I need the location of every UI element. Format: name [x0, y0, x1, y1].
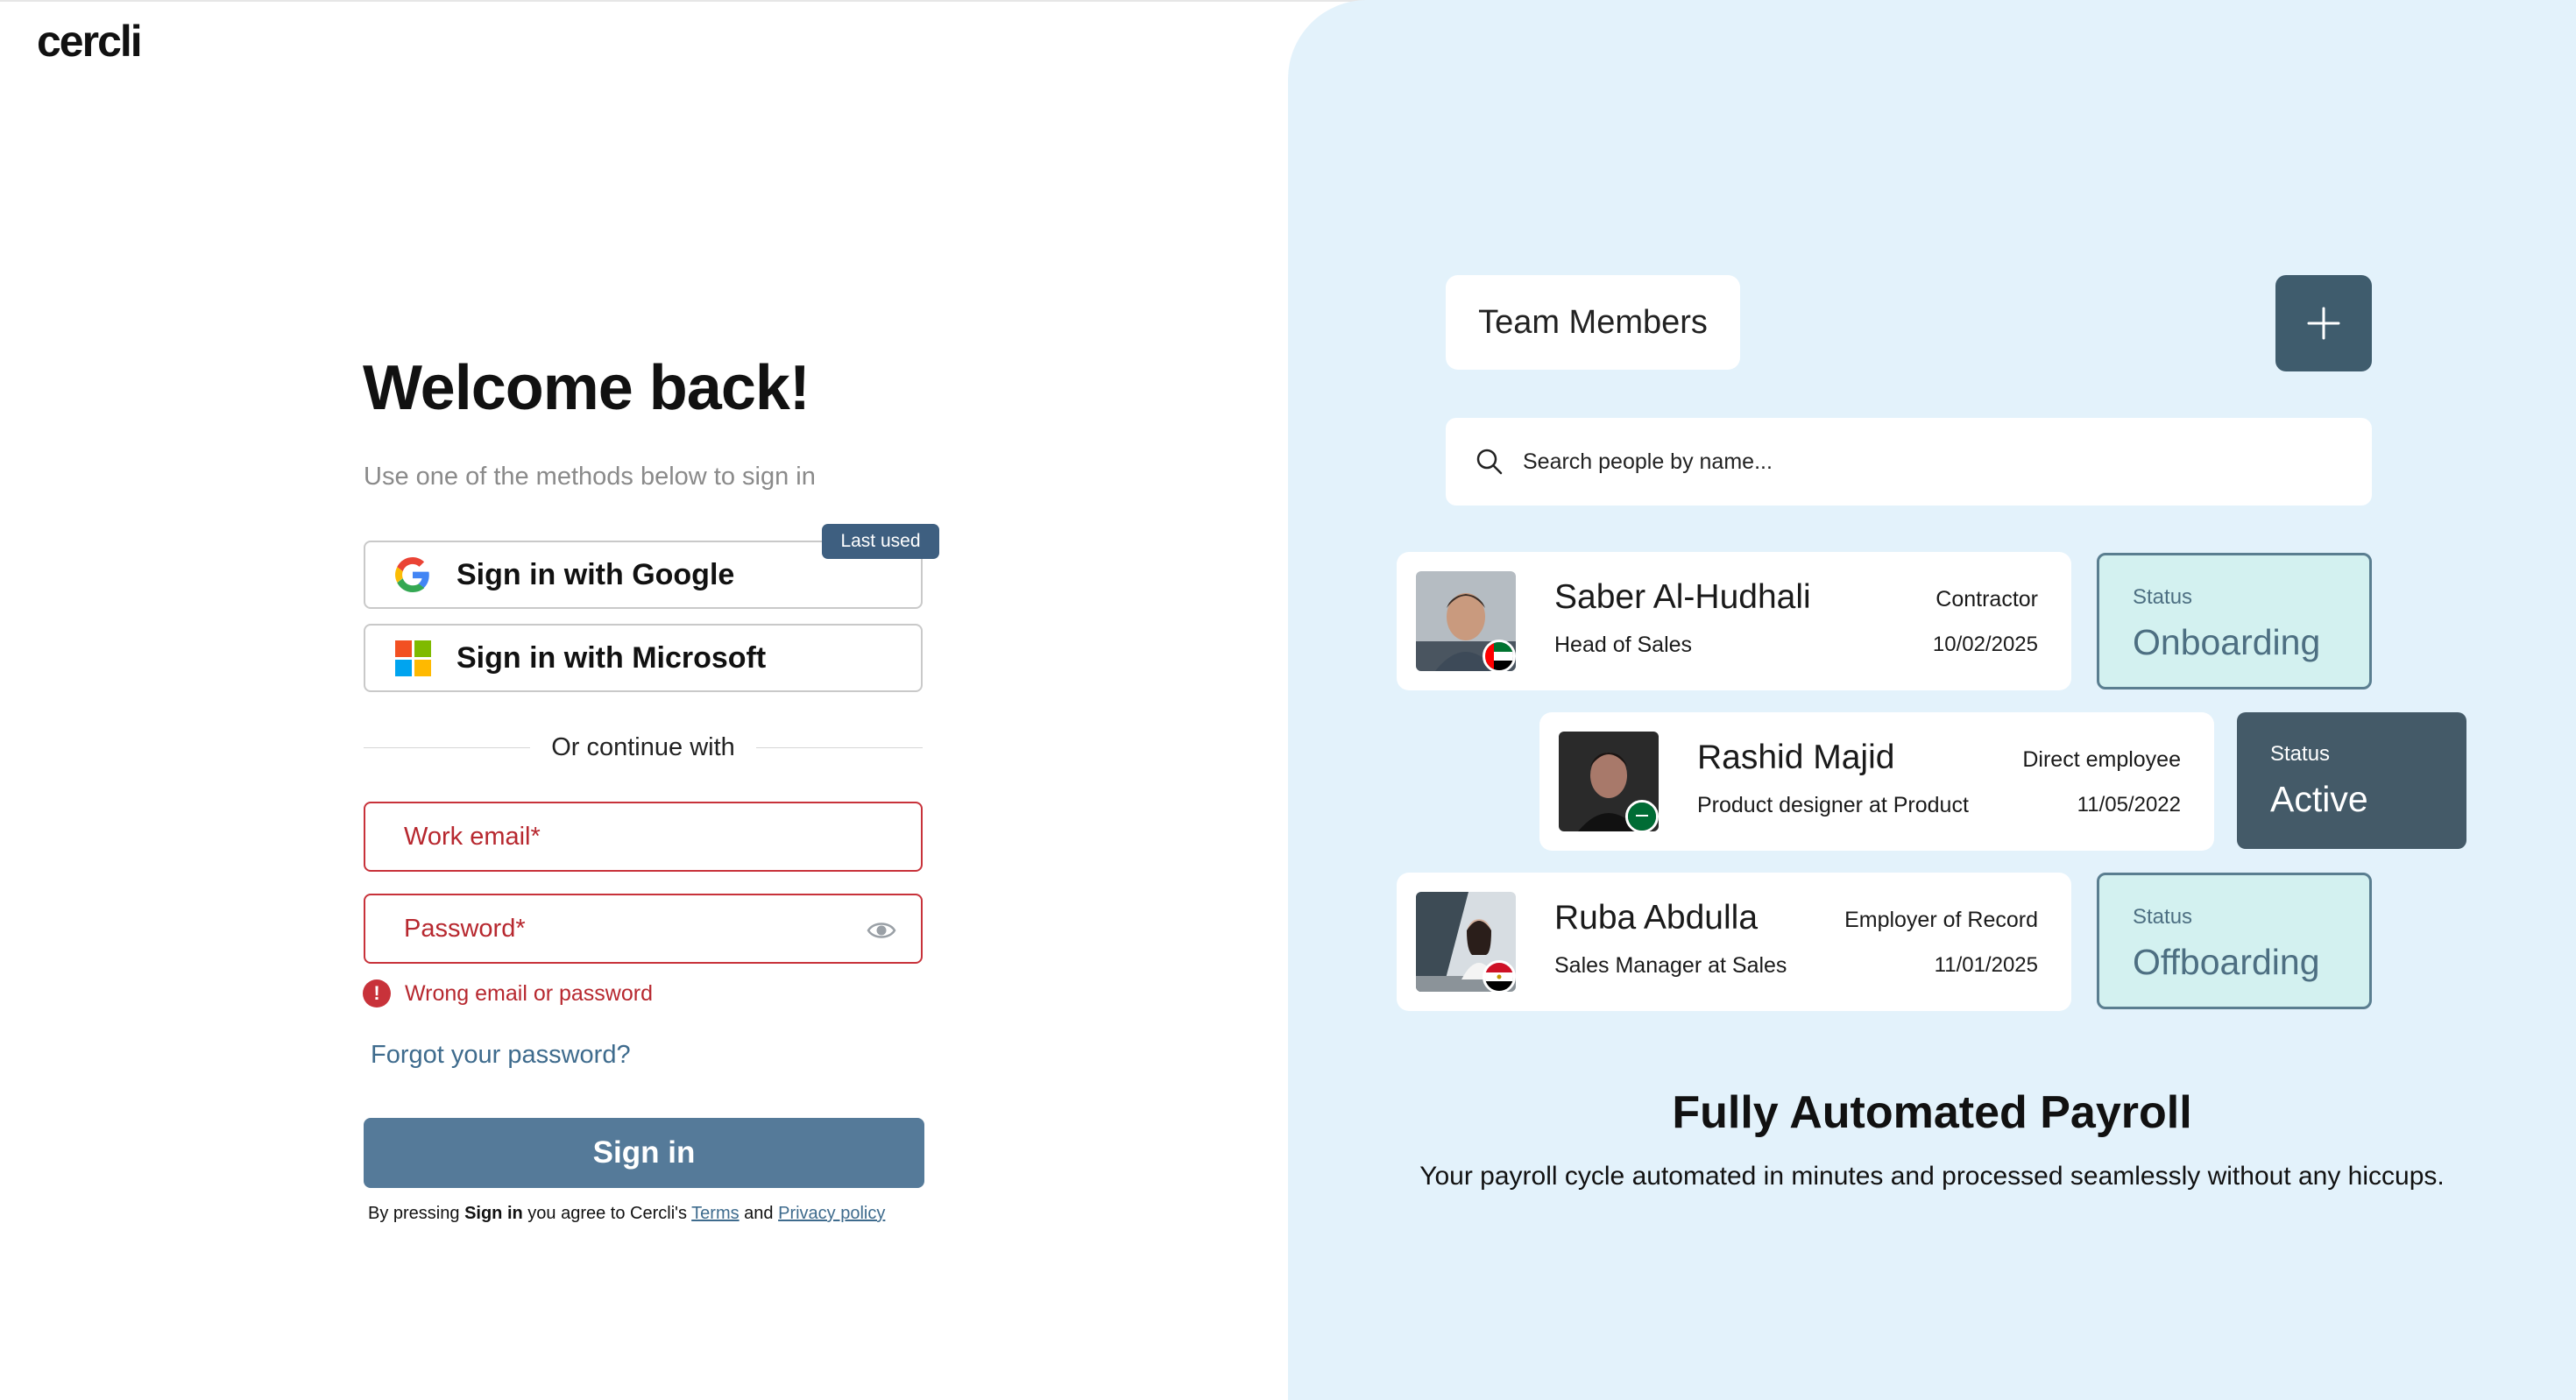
legal-middle: you agree to Cercli's: [522, 1204, 692, 1223]
status-value: Onboarding: [2133, 622, 2321, 662]
legal-bold: Sign in: [464, 1204, 523, 1223]
plus-icon: [2307, 307, 2340, 340]
email-placeholder: Work email*: [404, 822, 541, 851]
member-name: Rashid Majid: [1697, 739, 1895, 776]
google-signin-label: Sign in with Google: [456, 557, 735, 591]
sign-in-button[interactable]: Sign in: [364, 1118, 924, 1188]
status-label: Status: [2133, 905, 2193, 929]
member-name: Saber Al-Hudhali: [1554, 578, 1811, 616]
eye-icon[interactable]: [867, 916, 896, 944]
terms-link[interactable]: Terms: [691, 1204, 739, 1223]
last-used-badge: Last used: [822, 524, 939, 559]
password-placeholder: Password*: [404, 914, 526, 943]
status-badge: Status Onboarding: [2097, 553, 2372, 689]
member-date: 11/05/2022: [2077, 793, 2181, 817]
people-search[interactable]: [1446, 418, 2372, 506]
egypt-flag-icon: [1483, 960, 1516, 993]
privacy-policy-link[interactable]: Privacy policy: [778, 1204, 885, 1223]
member-role: Product designer at Product: [1697, 793, 1969, 817]
legal-and: and: [739, 1204, 779, 1223]
microsoft-signin-button[interactable]: Sign in with Microsoft: [364, 624, 923, 692]
status-badge: Status Active: [2237, 712, 2466, 849]
member-date: 10/02/2025: [1932, 633, 2038, 656]
member-name: Ruba Abdulla: [1554, 899, 1759, 937]
member-date: 11/01/2025: [1934, 953, 2038, 977]
member-employment-type: Direct employee: [2022, 747, 2181, 772]
status-badge: Status Offboarding: [2097, 873, 2372, 1009]
member-card: Rashid Majid Product designer at Product…: [1539, 712, 2214, 851]
google-icon: [393, 555, 432, 594]
uae-flag-icon: [1483, 640, 1516, 673]
member-card: Ruba Abdulla Sales Manager at Sales Empl…: [1397, 873, 2071, 1011]
team-members-title: Team Members: [1446, 275, 1740, 370]
password-field[interactable]: Password*: [364, 894, 923, 964]
page-subtitle: Use one of the methods below to sign in: [364, 463, 816, 491]
error-icon: !: [363, 979, 391, 1008]
search-icon: [1476, 449, 1503, 475]
member-role: Sales Manager at Sales: [1554, 953, 1787, 978]
status-label: Status: [2133, 585, 2193, 609]
legal-prefix: By pressing: [368, 1204, 465, 1223]
status-label: Status: [2270, 742, 2331, 766]
divider-text: Or continue with: [537, 733, 749, 761]
login-error: ! Wrong email or password: [363, 979, 653, 1008]
microsoft-icon: [393, 639, 432, 677]
legal-notice: By pressing Sign in you agree to Cercli'…: [368, 1204, 885, 1224]
member-card: Saber Al-Hudhali Head of Sales Contracto…: [1397, 552, 2071, 690]
cercli-logo[interactable]: cercli: [37, 16, 143, 67]
saudi-flag-icon: [1625, 800, 1659, 833]
forgot-password-link[interactable]: Forgot your password?: [371, 1041, 631, 1070]
member-employment-type: Contractor: [1936, 587, 2038, 612]
or-divider: Or continue with: [364, 730, 923, 765]
email-field[interactable]: Work email*: [364, 802, 923, 872]
status-value: Offboarding: [2133, 942, 2320, 982]
feature-subtitle: Your payroll cycle automated in minutes …: [1419, 1162, 2445, 1191]
status-value: Active: [2270, 779, 2368, 819]
search-input[interactable]: [1521, 448, 2313, 476]
add-member-button[interactable]: [2275, 275, 2372, 371]
error-message: Wrong email or password: [405, 980, 653, 1006]
member-role: Head of Sales: [1554, 633, 1693, 657]
microsoft-signin-label: Sign in with Microsoft: [456, 640, 767, 675]
member-employment-type: Employer of Record: [1844, 908, 2038, 932]
page-title: Welcome back!: [363, 353, 810, 423]
feature-title: Fully Automated Payroll: [1672, 1087, 2192, 1138]
